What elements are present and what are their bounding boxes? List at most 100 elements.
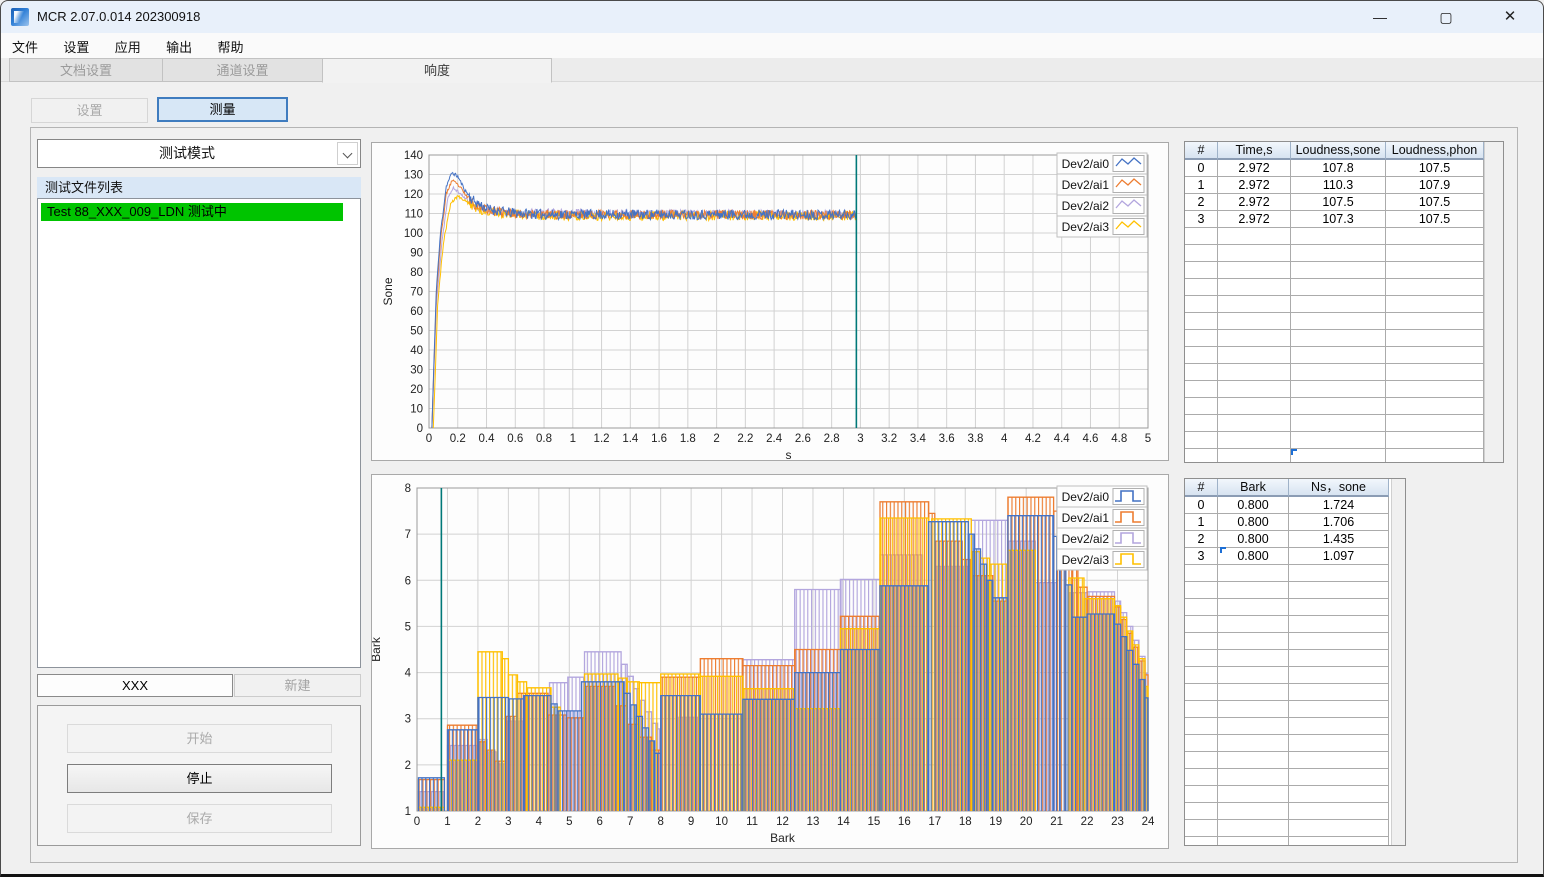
table-cell[interactable] bbox=[1289, 667, 1389, 684]
table-cell[interactable] bbox=[1185, 364, 1218, 381]
table-cell[interactable]: 1 bbox=[1185, 177, 1218, 194]
legend-entry[interactable]: Dev2/ai2 bbox=[1056, 527, 1148, 550]
table-cell[interactable] bbox=[1185, 633, 1218, 650]
table-cell[interactable] bbox=[1291, 279, 1386, 296]
table-cell[interactable] bbox=[1289, 565, 1389, 582]
table-cell[interactable] bbox=[1185, 650, 1218, 667]
table-cell[interactable]: 2 bbox=[1185, 194, 1218, 211]
table-row[interactable] bbox=[1185, 820, 1405, 837]
table-row[interactable] bbox=[1185, 449, 1503, 462]
table-cell[interactable]: 2.972 bbox=[1218, 194, 1291, 211]
table-cell[interactable] bbox=[1185, 769, 1218, 786]
table-cell[interactable]: 107.5 bbox=[1386, 160, 1484, 177]
table-cell[interactable] bbox=[1289, 752, 1389, 769]
table-cell[interactable] bbox=[1185, 582, 1218, 599]
table-cell[interactable] bbox=[1386, 279, 1484, 296]
table-row[interactable] bbox=[1185, 432, 1503, 449]
table-row[interactable]: 3 0.800 1.097 bbox=[1185, 548, 1405, 565]
table-row[interactable] bbox=[1185, 347, 1503, 364]
table-cell[interactable] bbox=[1218, 262, 1291, 279]
table-cell[interactable] bbox=[1291, 364, 1386, 381]
legend-entry[interactable]: Dev2/ai1 bbox=[1056, 173, 1148, 196]
table-cell[interactable]: 2.972 bbox=[1218, 177, 1291, 194]
table-row[interactable] bbox=[1185, 398, 1503, 415]
table-row[interactable] bbox=[1185, 599, 1405, 616]
legend-entry[interactable]: Dev2/ai3 bbox=[1056, 215, 1148, 238]
table-cell[interactable]: 0.800 bbox=[1218, 514, 1289, 531]
menu-output[interactable]: 输出 bbox=[155, 33, 203, 58]
table-cell[interactable] bbox=[1386, 245, 1484, 262]
table-cell[interactable] bbox=[1386, 347, 1484, 364]
table-row[interactable]: 2 0.800 1.435 bbox=[1185, 531, 1405, 548]
table-cell[interactable] bbox=[1218, 330, 1291, 347]
table-cell[interactable]: 2 bbox=[1185, 531, 1218, 548]
table-cell[interactable] bbox=[1185, 432, 1218, 449]
table-cell[interactable] bbox=[1185, 786, 1218, 803]
table-cell[interactable] bbox=[1291, 347, 1386, 364]
table-row[interactable] bbox=[1185, 262, 1503, 279]
table-cell[interactable] bbox=[1185, 228, 1218, 245]
table-cell[interactable] bbox=[1185, 279, 1218, 296]
table-cell[interactable] bbox=[1218, 415, 1291, 432]
table-cell[interactable]: 0.800 bbox=[1218, 497, 1289, 514]
table-cell[interactable] bbox=[1218, 449, 1291, 462]
table-cell[interactable] bbox=[1289, 786, 1389, 803]
legend-entry[interactable]: Dev2/ai1 bbox=[1056, 506, 1148, 529]
table-scrollbar-gutter[interactable] bbox=[1391, 479, 1405, 845]
table-cell[interactable] bbox=[1218, 296, 1291, 313]
table-row[interactable] bbox=[1185, 701, 1405, 718]
table-cell[interactable]: 107.5 bbox=[1291, 194, 1386, 211]
table-cell[interactable] bbox=[1185, 449, 1218, 462]
table-cell[interactable] bbox=[1291, 245, 1386, 262]
table-cell[interactable] bbox=[1185, 245, 1218, 262]
table-row[interactable] bbox=[1185, 245, 1503, 262]
table-cell[interactable] bbox=[1291, 330, 1386, 347]
table-cell[interactable] bbox=[1185, 262, 1218, 279]
table-cell[interactable] bbox=[1218, 786, 1289, 803]
table-cell[interactable] bbox=[1218, 599, 1289, 616]
table-cell[interactable] bbox=[1185, 313, 1218, 330]
menu-application[interactable]: 应用 bbox=[104, 33, 152, 58]
table-cell[interactable] bbox=[1386, 415, 1484, 432]
table-row[interactable] bbox=[1185, 650, 1405, 667]
table-cell[interactable] bbox=[1386, 330, 1484, 347]
table-cell[interactable] bbox=[1218, 347, 1291, 364]
table-row[interactable] bbox=[1185, 718, 1405, 735]
table-row[interactable] bbox=[1185, 279, 1503, 296]
table-cell[interactable] bbox=[1386, 228, 1484, 245]
table-row[interactable] bbox=[1185, 633, 1405, 650]
table-cell[interactable] bbox=[1218, 752, 1289, 769]
table-cell[interactable] bbox=[1218, 667, 1289, 684]
table-cell[interactable] bbox=[1218, 735, 1289, 752]
table-row[interactable]: 2 2.972 107.5 107.5 bbox=[1185, 194, 1503, 211]
table-cell[interactable] bbox=[1218, 616, 1289, 633]
table-row[interactable]: 0 0.800 1.724 bbox=[1185, 497, 1405, 514]
table-cell[interactable] bbox=[1185, 820, 1218, 837]
table-cell[interactable]: 3 bbox=[1185, 211, 1218, 228]
table-row[interactable] bbox=[1185, 803, 1405, 820]
tab-loudness[interactable]: 响度 bbox=[322, 58, 552, 83]
table-cell[interactable] bbox=[1289, 684, 1389, 701]
table-cell[interactable] bbox=[1289, 735, 1389, 752]
table-cell[interactable] bbox=[1218, 803, 1289, 820]
table-cell[interactable] bbox=[1185, 667, 1218, 684]
table-cell[interactable] bbox=[1185, 701, 1218, 718]
table-cell[interactable] bbox=[1386, 432, 1484, 449]
table-cell[interactable] bbox=[1218, 582, 1289, 599]
table-row[interactable] bbox=[1185, 296, 1503, 313]
minimize-button[interactable]: — bbox=[1357, 1, 1403, 33]
maximize-button[interactable]: ▢ bbox=[1423, 1, 1469, 33]
table-cell[interactable]: 1.435 bbox=[1289, 531, 1389, 548]
table-cell[interactable] bbox=[1218, 718, 1289, 735]
table-cell[interactable]: 110.3 bbox=[1291, 177, 1386, 194]
table-cell[interactable]: 0 bbox=[1185, 497, 1218, 514]
table-cell[interactable] bbox=[1289, 701, 1389, 718]
table-cell[interactable]: 2.972 bbox=[1218, 211, 1291, 228]
save-button[interactable]: 保存 bbox=[67, 804, 332, 833]
table-row[interactable]: 1 2.972 110.3 107.9 bbox=[1185, 177, 1503, 194]
table-cell[interactable]: 0 bbox=[1185, 160, 1218, 177]
table-row[interactable] bbox=[1185, 684, 1405, 701]
table-cell[interactable]: 107.5 bbox=[1386, 211, 1484, 228]
table-cell[interactable] bbox=[1386, 262, 1484, 279]
menu-file[interactable]: 文件 bbox=[1, 33, 49, 58]
